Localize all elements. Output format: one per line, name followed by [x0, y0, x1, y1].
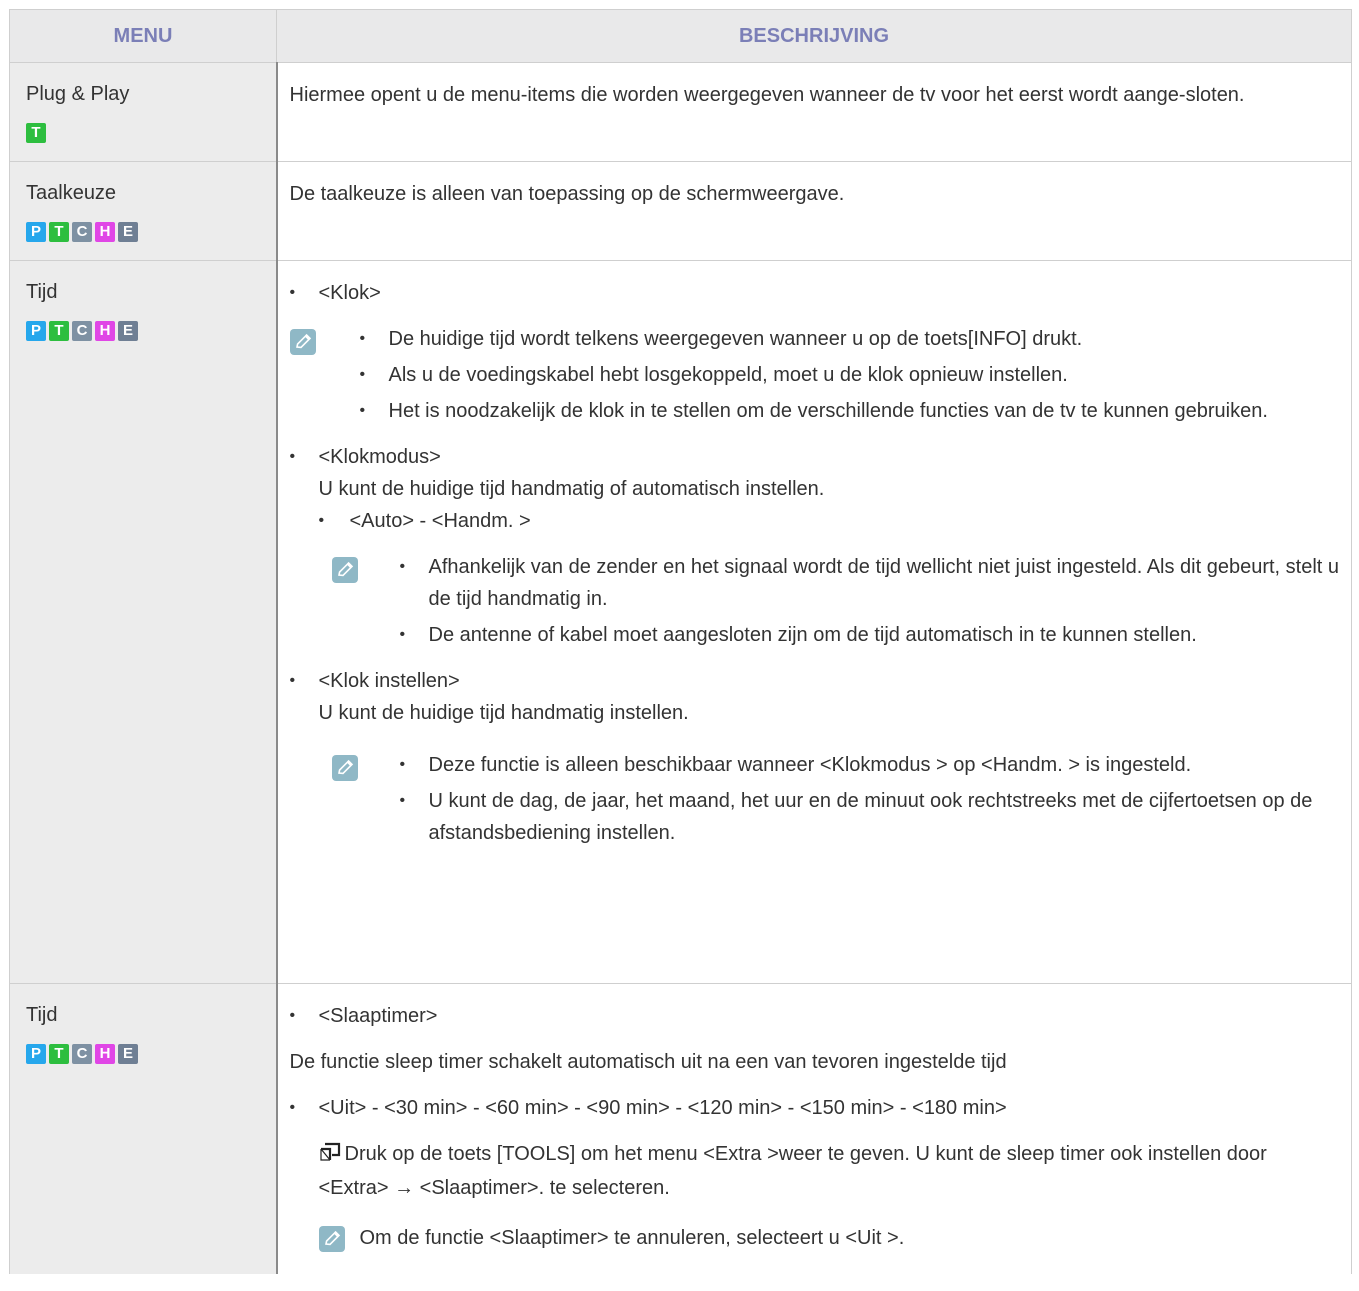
klok-instellen-desc: U kunt de huidige tijd handmatig instell…: [318, 702, 689, 724]
note-pencil-icon: [331, 557, 358, 583]
klokmodus-title: <Klokmodus>: [290, 441, 1342, 473]
badge-p: P: [26, 321, 46, 341]
tools-icon: [319, 1140, 341, 1172]
note-item: De huidige tijd wordt telkens weergegeve…: [360, 323, 1342, 355]
description-cell: De taalkeuze is alleen van toepassing op…: [276, 161, 1352, 261]
badge-e: E: [118, 1044, 138, 1064]
klok-instellen-title: <Klok instellen>: [290, 665, 1342, 697]
klok-note-block: De huidige tijd wordt telkens weergegeve…: [289, 323, 1342, 427]
menu-cell-tijd: Tijd P T C H E: [9, 260, 278, 984]
note-item: Als u de voedingskabel hebt losgekoppeld…: [360, 359, 1342, 391]
badge-c: C: [72, 222, 92, 242]
description-text: Hiermee opent u de menu-items die worden…: [289, 84, 1245, 106]
badge-e: E: [118, 222, 138, 242]
description-cell: <Slaaptimer> De functie sleep timer scha…: [276, 983, 1352, 1274]
badge-e: E: [118, 321, 138, 341]
badge-group: P T C H E: [26, 1044, 260, 1064]
table-row: Tijd P T C H E <Klok> De huidige tijd wo…: [9, 260, 1352, 984]
tools-hint-text: Druk op de toets [TOOLS] om het menu <Ex…: [318, 1143, 1267, 1199]
note-pencil-icon: [318, 1226, 345, 1252]
menu-cell-plug-and-play: Plug & Play T: [9, 62, 278, 162]
badge-h: H: [95, 321, 115, 341]
badge-t: T: [49, 321, 69, 341]
tools-hint: Druk op de toets [TOOLS] om het menu <Ex…: [290, 1138, 1342, 1204]
note-pencil-icon: [289, 329, 316, 355]
description-text: De taalkeuze is alleen van toepassing op…: [289, 183, 845, 205]
badge-p: P: [26, 222, 46, 242]
slaaptimer-title: <Slaaptimer>: [290, 1000, 1342, 1032]
badge-group: P T C H E: [26, 222, 260, 242]
note-item: U kunt de dag, de jaar, het maand, het u…: [400, 785, 1342, 849]
note-item: Afhankelijk van de zender en het signaal…: [400, 551, 1342, 615]
badge-p: P: [26, 1044, 46, 1064]
table-header-row: MENU BESCHRIJVING: [9, 9, 1352, 63]
menu-name: Taalkeuze: [26, 182, 117, 204]
menu-name: Tijd: [26, 281, 58, 303]
description-cell: <Klok> De huidige tijd wordt telkens wee…: [276, 260, 1352, 984]
badge-h: H: [95, 1044, 115, 1064]
badge-c: C: [72, 1044, 92, 1064]
badge-t: T: [49, 222, 69, 242]
table-row: Tijd P T C H E <Slaaptimer> De functie s…: [9, 983, 1352, 1274]
note-item: Het is noodzakelijk de klok in te stelle…: [360, 395, 1342, 427]
slaaptimer-note-block: Om de functie <Slaaptimer> te annuleren,…: [290, 1222, 1342, 1254]
badge-t: T: [26, 123, 46, 143]
badge-h: H: [95, 222, 115, 242]
menu-description-table: MENU BESCHRIJVING Plug & Play T Hiermee …: [9, 9, 1352, 1274]
klokmodus-options: <Auto> - <Handm. >: [290, 505, 1342, 537]
description-cell: Hiermee opent u de menu-items die worden…: [276, 62, 1352, 162]
menu-name: Tijd: [26, 1004, 58, 1026]
badge-t: T: [49, 1044, 69, 1064]
menu-cell-tijd: Tijd P T C H E: [9, 983, 278, 1274]
slaaptimer-desc: De functie sleep timer schakelt automati…: [289, 1051, 1007, 1073]
note-text: Om de functie <Slaaptimer> te annuleren,…: [359, 1227, 905, 1249]
column-header-description: BESCHRIJVING: [276, 9, 1352, 63]
klok-instellen-note-block: Deze functie is alleen beschikbaar wanne…: [290, 749, 1342, 849]
badge-c: C: [72, 321, 92, 341]
badge-group: P T C H E: [26, 321, 260, 341]
klokmodus-note-block: Afhankelijk van de zender en het signaal…: [290, 551, 1342, 651]
note-item: Deze functie is alleen beschikbaar wanne…: [400, 749, 1342, 781]
menu-cell-taalkeuze: Taalkeuze P T C H E: [9, 161, 278, 261]
menu-name: Plug & Play: [26, 83, 130, 105]
klok-title: <Klok>: [290, 277, 1342, 309]
table-row: Plug & Play T Hiermee opent u de menu-it…: [9, 62, 1352, 162]
table-row: Taalkeuze P T C H E De taalkeuze is alle…: [9, 161, 1352, 261]
badge-group: T: [26, 123, 260, 143]
klokmodus-desc: U kunt de huidige tijd handmatig of auto…: [318, 478, 825, 500]
note-item: De antenne of kabel moet aangesloten zij…: [357, 619, 1342, 651]
slaaptimer-options: <Uit> - <30 min> - <60 min> - <90 min> -…: [290, 1092, 1342, 1124]
column-header-menu: MENU: [9, 9, 277, 63]
note-pencil-icon: [331, 755, 358, 781]
